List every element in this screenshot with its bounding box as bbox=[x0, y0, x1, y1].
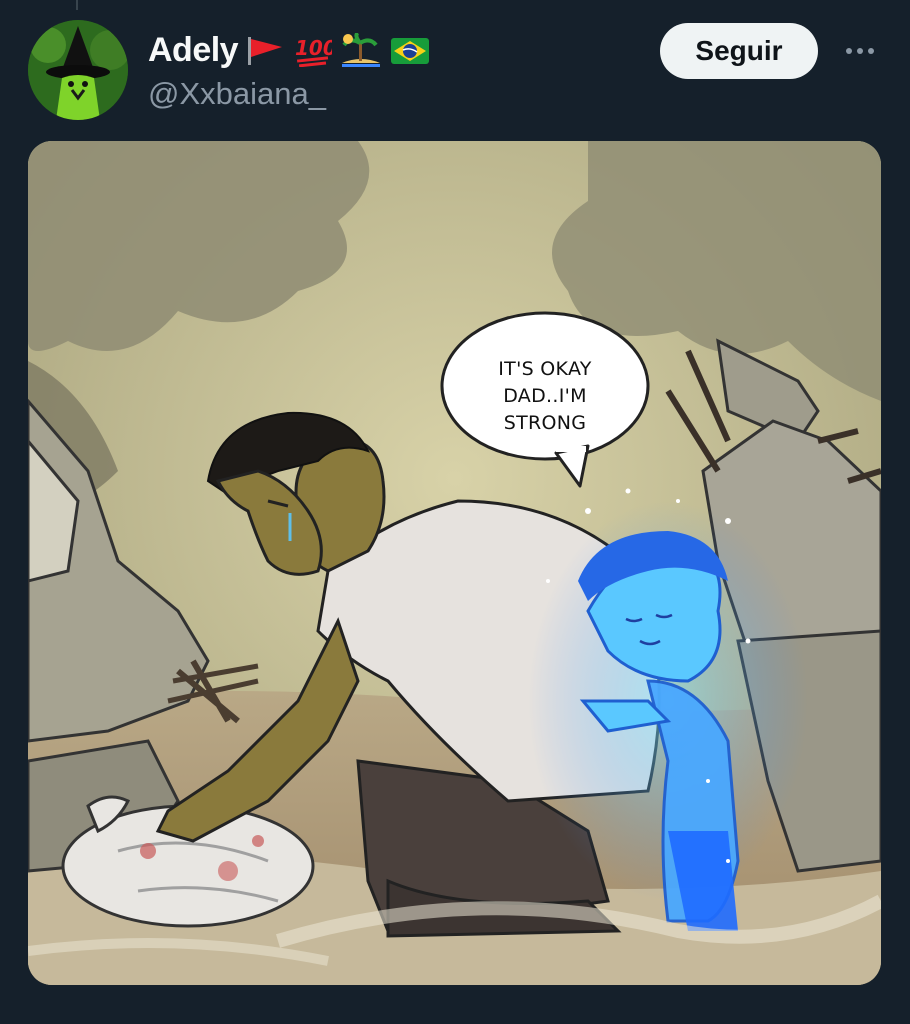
red-flag-icon bbox=[246, 33, 286, 67]
author-handle[interactable]: @Xxbaiana_ bbox=[148, 76, 326, 112]
more-dot bbox=[857, 48, 863, 54]
author-display-name[interactable]: Adely bbox=[148, 31, 239, 70]
avatar[interactable] bbox=[28, 20, 128, 120]
comic-illustration bbox=[28, 141, 881, 985]
speech-bubble-text: IT'S OKAY DAD..I'M STRONG bbox=[445, 356, 645, 437]
post-media-image[interactable]: IT'S OKAY DAD..I'M STRONG bbox=[28, 141, 881, 985]
speech-line: DAD..I'M bbox=[503, 385, 587, 407]
ellipsis-icon[interactable] bbox=[838, 36, 882, 66]
hundred-points-icon: 100 bbox=[294, 33, 337, 68]
desert-island-icon bbox=[340, 31, 382, 67]
follow-button[interactable]: Seguir bbox=[660, 23, 818, 79]
more-dot bbox=[846, 48, 852, 54]
more-dot bbox=[868, 48, 874, 54]
author-name-row[interactable]: Adely 100 bbox=[148, 28, 430, 72]
avatar-image bbox=[28, 20, 128, 120]
speech-line: STRONG bbox=[503, 412, 587, 434]
brazil-flag-icon bbox=[390, 33, 430, 67]
post-header: Adely 100 bbox=[0, 0, 910, 135]
speech-line: IT'S OKAY bbox=[498, 358, 592, 380]
svg-text:100: 100 bbox=[295, 36, 332, 60]
